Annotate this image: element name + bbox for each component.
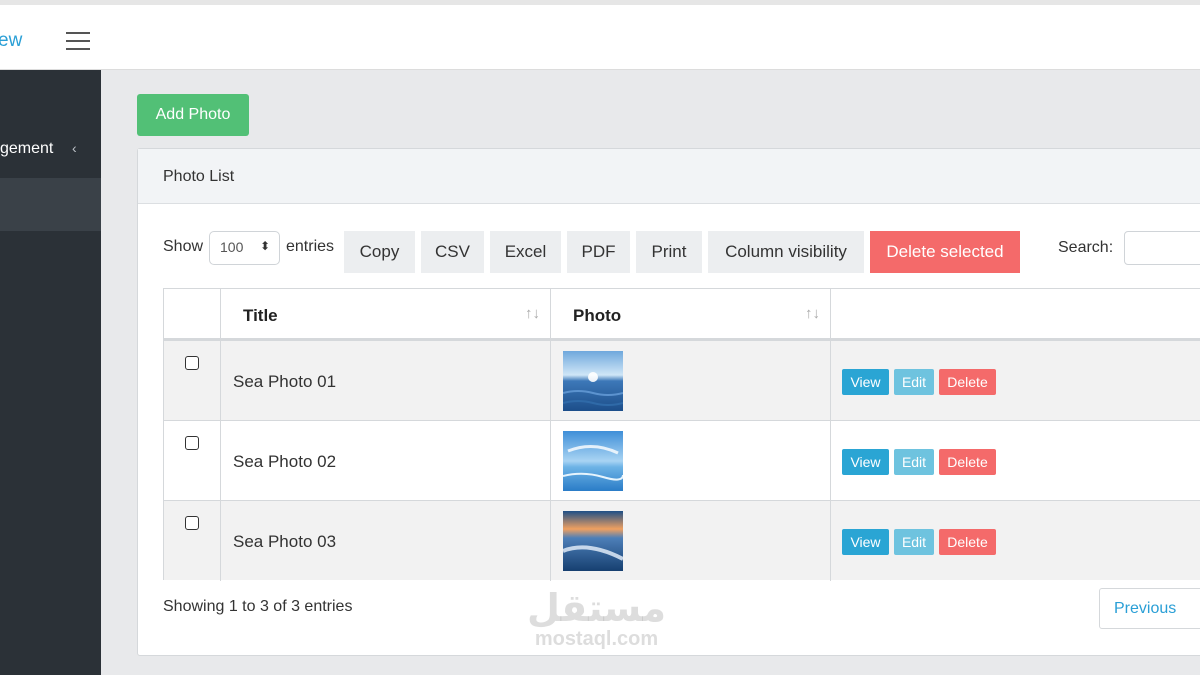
edit-button[interactable]: Edit: [894, 369, 934, 395]
actions-cell: View Edit Delete: [830, 501, 1200, 581]
photo-table: Title ↑↓ Photo ↑↓ Sea Photo 01 View Edit…: [163, 288, 1200, 581]
photo-list-card: Photo List Show 100 ⬍ entries Copy CSV E…: [137, 148, 1200, 656]
watermark-arabic: مستقل: [527, 588, 666, 630]
photo-cell: [550, 421, 830, 501]
search-input[interactable]: [1124, 231, 1200, 265]
table-row: Sea Photo 02 View Edit Delete: [164, 420, 1200, 501]
photo-cell: [550, 501, 830, 581]
table-row: Sea Photo 01 View Edit Delete: [164, 340, 1200, 421]
delete-button[interactable]: Delete: [939, 369, 996, 395]
title-cell: Sea Photo 01: [220, 341, 550, 421]
hamburger-menu-icon[interactable]: [66, 32, 90, 50]
view-button[interactable]: View: [842, 369, 889, 395]
title-header-label: Title: [243, 306, 278, 325]
entries-select-value: 100: [220, 239, 244, 255]
sort-icon: ↑↓: [525, 305, 540, 322]
actions-cell: View Edit Delete: [830, 421, 1200, 501]
edit-button[interactable]: Edit: [894, 449, 934, 475]
photo-column-header[interactable]: Photo ↑↓: [550, 289, 830, 340]
actions-column-header: [830, 289, 1200, 340]
photo-header-label: Photo: [573, 306, 622, 325]
row-checkbox[interactable]: [185, 516, 199, 530]
delete-selected-button[interactable]: Delete selected: [870, 231, 1020, 273]
sidebar-item-label: gement: [0, 140, 54, 157]
checkbox-cell: [164, 341, 220, 421]
csv-button[interactable]: CSV: [421, 231, 484, 273]
search-label: Search:: [1058, 239, 1114, 256]
photo-cell: [550, 341, 830, 421]
title-cell: Sea Photo 02: [220, 421, 550, 501]
actions-cell: View Edit Delete: [830, 341, 1200, 421]
table-info-text: Showing 1 to 3 of 3 entries: [163, 598, 353, 615]
title-column-header[interactable]: Title ↑↓: [220, 289, 550, 340]
top-navbar: ew: [0, 0, 1200, 70]
sort-icon: ↑↓: [805, 305, 820, 322]
row-title: Sea Photo 01: [233, 372, 337, 391]
pdf-button[interactable]: PDF: [567, 231, 630, 273]
sidebar-item-management[interactable]: gement ‹: [0, 140, 101, 166]
checkbox-cell: [164, 421, 220, 501]
watermark-logo: مستقل mostaql.com: [527, 590, 666, 650]
pagination-previous-button[interactable]: Previous: [1099, 588, 1200, 629]
copy-button[interactable]: Copy: [344, 231, 415, 273]
row-title: Sea Photo 02: [233, 452, 337, 471]
sidebar-item-active[interactable]: [0, 178, 101, 231]
chevron-left-icon: ‹: [72, 140, 77, 156]
brand-logo-text[interactable]: ew: [0, 30, 22, 52]
column-visibility-button[interactable]: Column visibility: [708, 231, 864, 273]
entries-length-select[interactable]: 100 ⬍: [209, 231, 280, 265]
watermark-latin: mostaql.com: [534, 628, 659, 650]
row-title: Sea Photo 03: [233, 532, 337, 551]
print-button[interactable]: Print: [636, 231, 702, 273]
excel-button[interactable]: Excel: [490, 231, 561, 273]
sea-photo-thumbnail: [563, 431, 623, 491]
card-title: Photo List: [138, 149, 1200, 204]
table-row: Sea Photo 03 View Edit Delete: [164, 500, 1200, 581]
sidebar: gement ‹: [0, 70, 101, 675]
edit-button[interactable]: Edit: [894, 529, 934, 555]
main-content: Add Photo Photo List Show 100 ⬍ entries …: [101, 70, 1200, 675]
entries-label: entries: [286, 238, 335, 255]
sort-updown-icon: ⬍: [259, 239, 270, 253]
row-checkbox[interactable]: [185, 436, 199, 450]
sea-photo-thumbnail: [563, 351, 623, 411]
sea-photo-thumbnail: [563, 511, 623, 571]
add-photo-button[interactable]: Add Photo: [137, 94, 249, 136]
view-button[interactable]: View: [842, 449, 889, 475]
delete-button[interactable]: Delete: [939, 529, 996, 555]
title-cell: Sea Photo 03: [220, 501, 550, 581]
table-header-row: Title ↑↓ Photo ↑↓: [164, 289, 1200, 340]
checkbox-cell: [164, 501, 220, 581]
delete-button[interactable]: Delete: [939, 449, 996, 475]
row-checkbox[interactable]: [185, 356, 199, 370]
view-button[interactable]: View: [842, 529, 889, 555]
show-label: Show: [163, 238, 204, 255]
select-column-header: [164, 289, 220, 340]
